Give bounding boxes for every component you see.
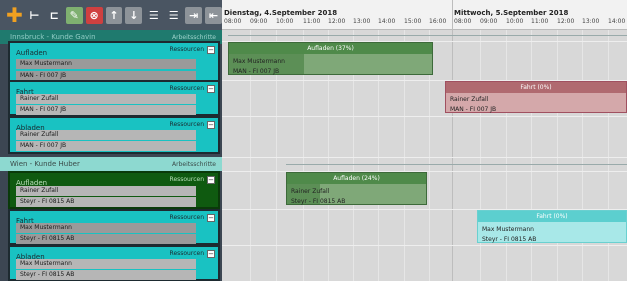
toolbar: ✚ ⊢ ⊏ ✎ ⊗ ↑ ↓ ☰ ☰ ⇥ ⇤ — [0, 0, 222, 30]
hour-label: 09:00 — [250, 18, 268, 25]
day-label: Mittwoch, 5.September 2018 — [454, 9, 569, 17]
add-sub-icon[interactable]: ⊏ — [46, 7, 63, 24]
hour-label: 14:00 — [608, 18, 626, 25]
timeline-header: Dienstag, 4.September 2018 Mittwoch, 5.S… — [222, 0, 627, 30]
bar-title: Fahrt (0%) — [478, 211, 626, 222]
outdent-icon[interactable]: ⇤ — [205, 6, 222, 24]
hour-label: 10:00 — [276, 18, 294, 25]
grid-line — [480, 30, 481, 281]
group-header[interactable]: Wien - Kunde Huber Arbeitsschritte — [0, 157, 222, 171]
gantt-bar[interactable]: Fahrt (0%) Rainer Zufall MAN - FI 007 JB — [445, 81, 627, 113]
resource-item[interactable]: Steyr - FI 0815 AB — [16, 234, 196, 244]
collapse-icon[interactable]: ☰ — [165, 7, 182, 24]
resource-item[interactable]: Steyr - FI 0815 AB — [16, 270, 196, 280]
group-span-line — [286, 164, 627, 165]
resources-label: Ressourcen — [169, 85, 204, 92]
bar-resource: Max Mustermann — [482, 226, 534, 233]
resource-item[interactable]: Max Mustermann — [16, 59, 196, 69]
bar-resource: Rainer Zufall — [450, 96, 489, 103]
gantt-bar[interactable]: Aufladen (24%) Rainer Zufall Steyr - FI … — [286, 172, 427, 205]
group-name: Innsbruck - Kunde Gavin — [10, 33, 96, 41]
move-up-icon[interactable]: ↑ — [105, 6, 123, 24]
collapse-toggle-icon[interactable]: − — [207, 250, 215, 258]
bar-resource: Steyr - FI 0815 AB — [482, 236, 537, 243]
hour-label: 14:00 — [378, 18, 396, 25]
bar-title: Fahrt (0%) — [446, 82, 626, 93]
day-divider — [452, 0, 453, 281]
move-down-icon[interactable]: ↓ — [125, 6, 143, 24]
hour-label: 15:00 — [404, 18, 422, 25]
resource-item[interactable]: Rainer Zufall — [16, 186, 196, 196]
add-icon[interactable]: ✚ — [6, 5, 23, 25]
task-name: Aufladen — [16, 49, 48, 57]
task-row[interactable]: Aufladen Ressourcen − Rainer Zufall Stey… — [8, 171, 220, 209]
hour-label: 13:00 — [353, 18, 371, 25]
row-line — [222, 245, 627, 246]
bar-resource: Rainer Zufall — [291, 188, 330, 195]
add-child-icon[interactable]: ⊢ — [26, 7, 43, 24]
task-tree: Innsbruck - Kunde Gavin Arbeitsschritte … — [0, 30, 222, 281]
task-row[interactable]: Fahrt Ressourcen − Rainer Zufall MAN - F… — [8, 80, 220, 116]
grid-line — [531, 30, 532, 281]
grid-line — [608, 30, 609, 281]
expand-icon[interactable]: ☰ — [145, 7, 162, 24]
hour-label: 08:00 — [454, 18, 472, 25]
task-row[interactable]: Fahrt Ressourcen − Max Mustermann Steyr … — [8, 209, 220, 245]
edit-icon[interactable]: ✎ — [65, 6, 83, 24]
delete-icon[interactable]: ⊗ — [85, 6, 103, 24]
collapse-toggle-icon[interactable]: − — [207, 46, 215, 54]
collapse-toggle-icon[interactable]: − — [207, 214, 215, 222]
bar-resource: MAN - FI 007 JB — [450, 106, 497, 113]
hour-label: 13:00 — [582, 18, 600, 25]
grid-line — [557, 30, 558, 281]
hour-label: 12:00 — [557, 18, 575, 25]
task-row[interactable]: Abladen Ressourcen − Max Mustermann Stey… — [8, 245, 220, 281]
hour-label: 10:00 — [506, 18, 524, 25]
group-tag: Arbeitsschritte — [172, 160, 216, 168]
day-label: Dienstag, 4.September 2018 — [224, 9, 338, 17]
bar-title: Aufladen (24%) — [287, 173, 426, 184]
resource-item[interactable]: MAN - FI 007 JB — [16, 105, 196, 115]
row-line — [222, 116, 627, 117]
resource-item[interactable]: Rainer Zufall — [16, 130, 196, 140]
group-name: Wien - Kunde Huber — [10, 160, 80, 168]
bar-resource: Max Mustermann — [233, 58, 285, 65]
group-span-line — [228, 35, 627, 36]
hour-label: 16:00 — [429, 18, 447, 25]
indent-icon[interactable]: ⇥ — [185, 6, 203, 24]
grid-line — [582, 30, 583, 281]
row-line — [222, 157, 627, 158]
resources-label: Ressourcen — [169, 214, 204, 221]
resources-label: Ressourcen — [169, 176, 204, 183]
group-tag: Arbeitsschritte — [172, 33, 216, 41]
gantt-timeline[interactable]: Dienstag, 4.September 2018 Mittwoch, 5.S… — [222, 0, 627, 281]
hour-label: 12:00 — [328, 18, 346, 25]
bar-resource: MAN - FI 007 JB — [233, 68, 280, 75]
bar-title: Aufladen (37%) — [229, 43, 432, 54]
hour-label: 08:00 — [224, 18, 242, 25]
collapse-toggle-icon[interactable]: − — [207, 121, 215, 129]
resource-item[interactable]: Max Mustermann — [16, 223, 196, 233]
gantt-bar[interactable]: Fahrt (0%) Max Mustermann Steyr - FI 081… — [477, 210, 627, 243]
collapse-toggle-icon[interactable]: − — [207, 176, 215, 184]
hour-label: 09:00 — [480, 18, 498, 25]
resources-label: Ressourcen — [169, 250, 204, 257]
collapse-toggle-icon[interactable]: − — [207, 85, 215, 93]
resource-item[interactable]: Rainer Zufall — [16, 94, 196, 104]
resources-label: Ressourcen — [169, 121, 204, 128]
hour-label: 11:00 — [303, 18, 321, 25]
resources-label: Ressourcen — [169, 46, 204, 53]
resource-item[interactable]: Max Mustermann — [16, 259, 196, 269]
bar-resource: Steyr - FI 0815 AB — [291, 198, 346, 205]
task-row[interactable]: Abladen Ressourcen − Rainer Zufall MAN -… — [8, 116, 220, 154]
grid-line — [506, 30, 507, 281]
hour-label: 11:00 — [531, 18, 549, 25]
gantt-bar[interactable]: Aufladen (37%) Max Mustermann MAN - FI 0… — [228, 42, 433, 75]
resource-item[interactable]: MAN - FI 007 JB — [16, 141, 196, 151]
resource-item[interactable]: Steyr - FI 0815 AB — [16, 197, 196, 207]
